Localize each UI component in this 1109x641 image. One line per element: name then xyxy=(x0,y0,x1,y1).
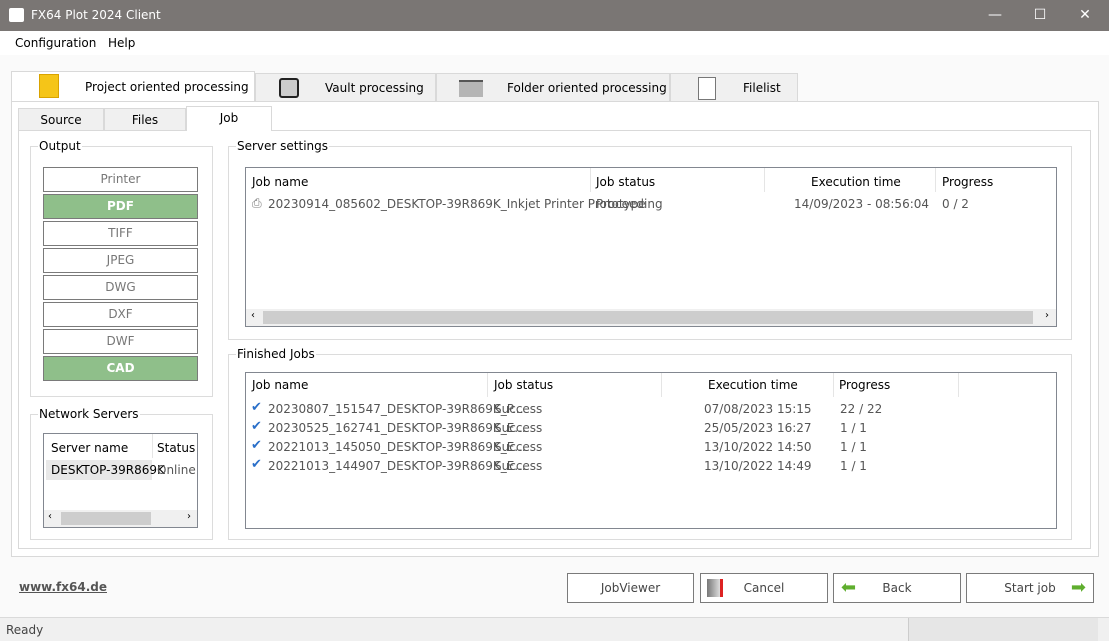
status-bar: Ready xyxy=(0,617,1109,641)
execution-time: 07/08/2023 15:15 xyxy=(704,402,812,416)
execution-time: 25/05/2023 16:27 xyxy=(704,421,812,435)
job-name: 20221013_144907_DESKTOP-39R869K_E... xyxy=(268,459,526,473)
menu-help[interactable]: Help xyxy=(108,36,135,50)
job-status: Success xyxy=(494,459,543,473)
output-dwf-button[interactable]: DWF xyxy=(43,329,198,354)
column-header-job-status[interactable]: Job status xyxy=(494,378,553,392)
ipj-file-icon xyxy=(39,74,59,98)
group-label: Network Servers xyxy=(38,407,140,421)
arrow-left-icon: ⬅ xyxy=(841,577,857,598)
checkmark-icon: ✔ xyxy=(251,400,262,415)
menu-configuration[interactable]: Configuration xyxy=(15,36,96,50)
maximize-button[interactable]: ☐ xyxy=(1017,0,1063,31)
menu-bar: Configuration Help xyxy=(0,31,1109,55)
start-job-button[interactable]: Start job ➡ xyxy=(966,573,1094,603)
column-header-status[interactable]: Status xyxy=(157,441,195,455)
tab-label: Folder oriented processing xyxy=(507,81,667,95)
job-status: Success xyxy=(494,402,543,416)
table-row[interactable]: ✔ 20230525_162741_DESKTOP-39R869K_E... Suc… xyxy=(246,419,1056,438)
tab-label: Filelist xyxy=(743,81,781,95)
server-status: Online xyxy=(157,463,196,477)
exit-door-icon xyxy=(707,579,723,597)
group-label: Server settings xyxy=(236,139,330,153)
output-cad-button[interactable]: CAD xyxy=(43,356,198,381)
group-label: Finished Jobs xyxy=(236,347,316,361)
checkmark-icon: ✔ xyxy=(251,438,262,453)
server-list[interactable]: Server name Status DESKTOP-39R869K Onlin… xyxy=(43,433,198,528)
server-name: DESKTOP-39R869K xyxy=(51,463,165,477)
progress: 1 / 1 xyxy=(840,459,867,473)
printer-icon: ⎙ xyxy=(252,196,262,210)
progress: 1 / 1 xyxy=(840,440,867,454)
checkmark-icon: ✔ xyxy=(251,457,262,472)
job-status: Success xyxy=(494,421,543,435)
output-printer-button[interactable]: Printer xyxy=(43,167,198,192)
folder-icon xyxy=(459,80,483,97)
tab-files[interactable]: Files xyxy=(104,108,186,131)
tab-filelist[interactable]: Filelist xyxy=(670,73,798,102)
column-header-execution-time[interactable]: Execution time xyxy=(811,175,901,189)
scrollbar-thumb[interactable] xyxy=(61,512,151,525)
table-row[interactable]: ✔ 20221013_144907_DESKTOP-39R869K_E... Suc… xyxy=(246,457,1056,476)
arrow-right-icon: ➡ xyxy=(1070,577,1086,598)
finished-jobs-list[interactable]: Job name Job status Execution time Progr… xyxy=(245,372,1057,529)
progress: 0 / 2 xyxy=(942,197,969,211)
column-header-job-status[interactable]: Job status xyxy=(596,175,655,189)
tab-project-oriented-processing[interactable]: Project oriented processing xyxy=(11,71,255,103)
job-name: 20221013_145050_DESKTOP-39R869K_E... xyxy=(268,440,526,454)
execution-time: 13/10/2022 14:50 xyxy=(704,440,812,454)
job-name: 20230807_151547_DESKTOP-39R869K_P... xyxy=(268,402,524,416)
output-dwg-button[interactable]: DWG xyxy=(43,275,198,300)
status-panel xyxy=(908,618,1098,641)
website-link[interactable]: www.fx64.de xyxy=(19,580,107,594)
button-label: Cancel xyxy=(743,581,785,595)
column-header-job-name[interactable]: Job name xyxy=(252,175,308,189)
title-bar: FX64 Plot 2024 Client — ☐ ✕ xyxy=(0,0,1109,31)
cancel-button[interactable]: Cancel xyxy=(700,573,828,603)
tab-vault-processing[interactable]: Vault processing xyxy=(255,73,436,102)
column-header-execution-time[interactable]: Execution time xyxy=(708,378,798,392)
job-name[interactable]: 20230914_085602_DESKTOP-39R869K_Inkjet P… xyxy=(268,197,646,211)
window-title: FX64 Plot 2024 Client xyxy=(31,8,161,22)
active-jobs-list[interactable]: Job name Job status Execution time Progr… xyxy=(245,167,1057,327)
document-icon xyxy=(698,77,716,100)
execution-time: 13/10/2022 14:49 xyxy=(704,459,812,473)
table-row[interactable]: ✔ 20230807_151547_DESKTOP-39R869K_P... Suc… xyxy=(246,400,1056,419)
tab-folder-oriented-processing[interactable]: Folder oriented processing xyxy=(436,73,670,102)
execution-time: 14/09/2023 - 08:56:04 xyxy=(794,197,930,211)
button-label: Start job xyxy=(1004,581,1056,595)
tab-job[interactable]: Job xyxy=(186,106,272,131)
scrollbar-thumb[interactable] xyxy=(263,311,1033,324)
output-tiff-button[interactable]: TIFF xyxy=(43,221,198,246)
output-jpeg-button[interactable]: JPEG xyxy=(43,248,198,273)
jobviewer-button[interactable]: JobViewer xyxy=(567,573,694,603)
progress: 22 / 22 xyxy=(840,402,883,416)
job-name: 20230525_162741_DESKTOP-39R869K_E... xyxy=(268,421,526,435)
horizontal-scrollbar[interactable]: ‹ › xyxy=(246,309,1056,326)
output-pdf-button[interactable]: PDF xyxy=(43,194,198,219)
table-row[interactable]: ✔ 20221013_145050_DESKTOP-39R869K_E... Suc… xyxy=(246,438,1056,457)
tab-label: Project oriented processing xyxy=(85,80,249,94)
checkmark-icon: ✔ xyxy=(251,419,262,434)
vault-icon xyxy=(279,78,299,98)
status-text: Ready xyxy=(6,623,44,637)
output-dxf-button[interactable]: DXF xyxy=(43,302,198,327)
column-header-server-name[interactable]: Server name xyxy=(51,441,128,455)
column-header-progress[interactable]: Progress xyxy=(942,175,993,189)
column-header-job-name[interactable]: Job name xyxy=(252,378,308,392)
printer-app-icon xyxy=(9,8,24,22)
minimize-button[interactable]: — xyxy=(972,0,1018,31)
job-status: Success xyxy=(494,440,543,454)
back-button[interactable]: ⬅ Back xyxy=(833,573,961,603)
tab-label: Vault processing xyxy=(325,81,424,95)
progress: 1 / 1 xyxy=(840,421,867,435)
tab-source[interactable]: Source xyxy=(18,108,104,131)
horizontal-scrollbar[interactable]: ‹ › xyxy=(44,510,197,527)
job-status: Proceeding xyxy=(596,197,663,211)
column-header-progress[interactable]: Progress xyxy=(839,378,890,392)
group-label: Output xyxy=(38,139,82,153)
button-label: Back xyxy=(882,581,912,595)
close-button[interactable]: ✕ xyxy=(1062,0,1108,31)
